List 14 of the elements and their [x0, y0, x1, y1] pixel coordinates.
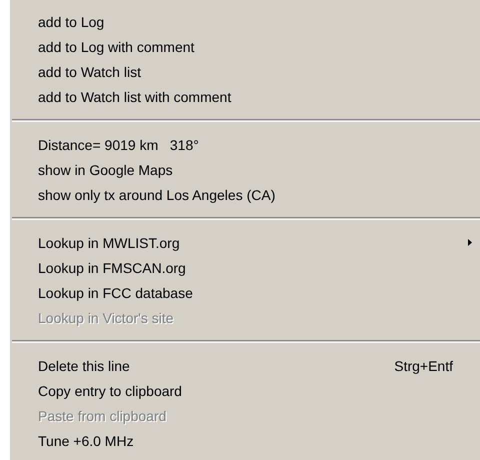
menu-item[interactable]: show in Google Maps	[10, 157, 480, 182]
menu-item[interactable]: add to Log with comment	[10, 34, 480, 59]
shortcut-label: Strg+Entf	[394, 358, 453, 374]
menu-item[interactable]: Distance= 9019 km 318°	[10, 132, 480, 157]
menu-item[interactable]: Delete this line Strg+Entf	[10, 353, 480, 378]
menu-item[interactable]: add to Log	[10, 9, 480, 34]
menu-item[interactable]: show only tx around Los Angeles (CA)	[10, 182, 480, 207]
menu-item[interactable]: Tune +6.0 MHz	[10, 428, 480, 453]
menu-item[interactable]: add to Watch list	[10, 59, 480, 84]
menu-item[interactable]: Copy entry to clipboard	[10, 378, 480, 403]
menu-item[interactable]: Lookup in FCC database	[10, 280, 480, 305]
menu-item[interactable]: Lookup in MWLIST.org	[10, 230, 480, 255]
menu-item[interactable]: Lookup in FMSCAN.org	[10, 255, 480, 280]
menu-item[interactable]: add to Watch list with comment	[10, 84, 480, 109]
